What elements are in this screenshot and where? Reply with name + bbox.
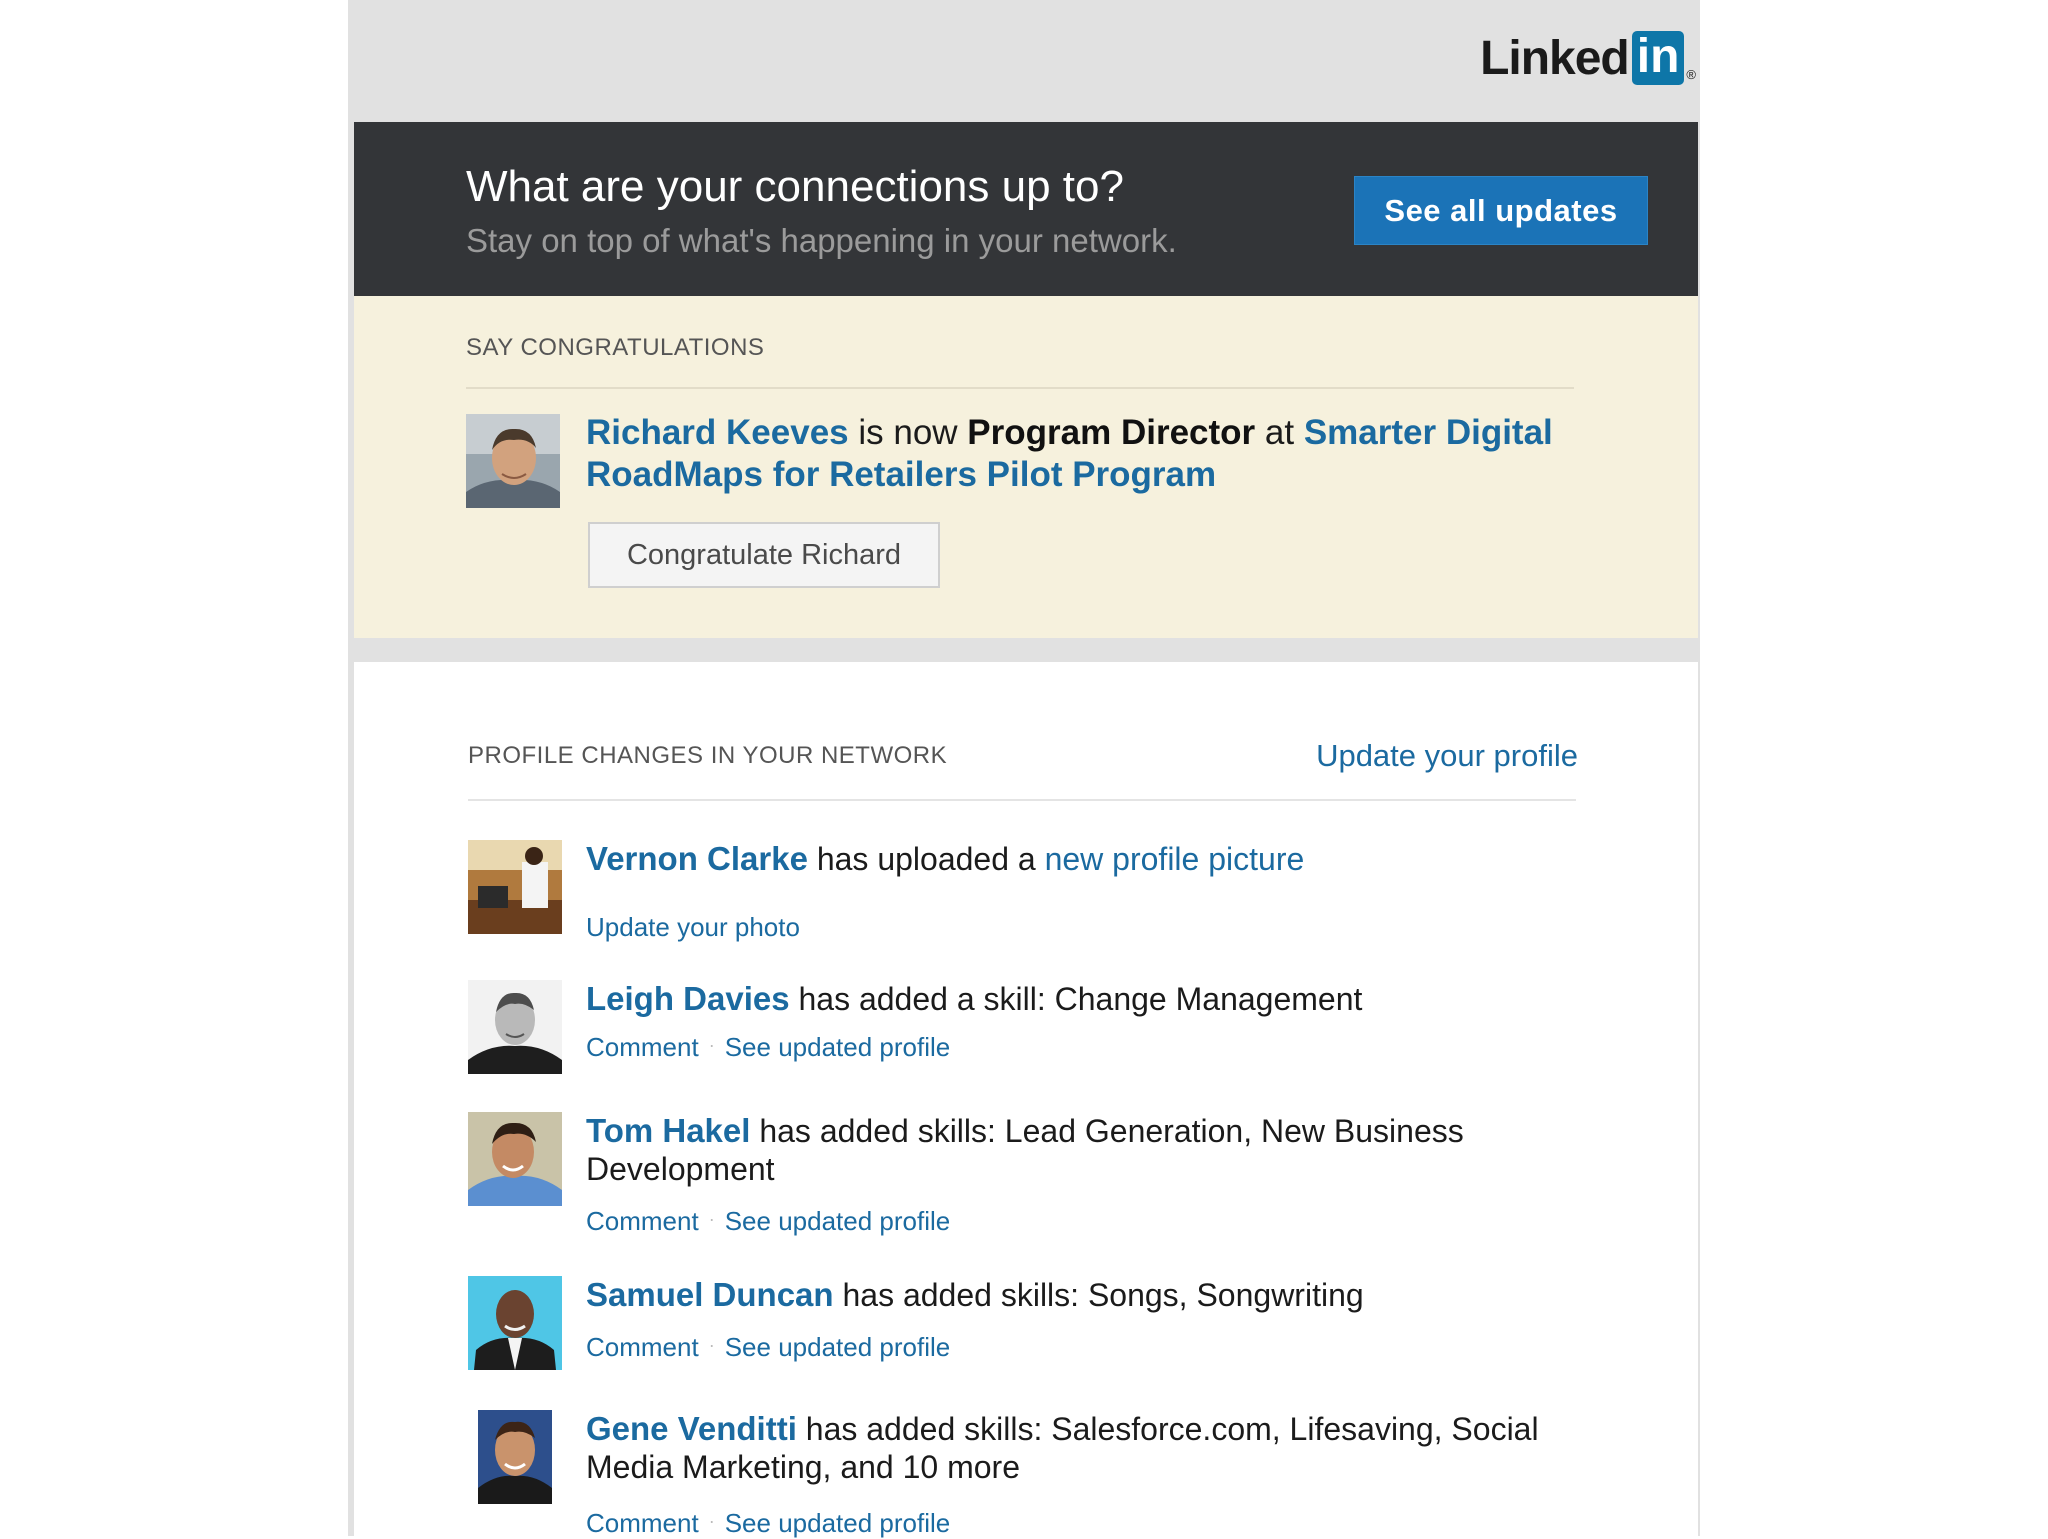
update-description: has added a skill: Change Management	[789, 981, 1363, 1017]
person-photo-icon	[468, 1410, 562, 1504]
update-text: Gene Venditti has added skills: Salesfor…	[586, 1410, 1546, 1486]
divider	[468, 799, 1576, 801]
separator-dot: ·	[708, 1035, 715, 1055]
message-text: is now	[848, 413, 968, 452]
person-photo-icon	[468, 980, 562, 1074]
avatar-gene-venditti[interactable]	[468, 1410, 562, 1504]
logo-wordmark: Linked	[1480, 31, 1630, 85]
person-name-link[interactable]: Samuel Duncan	[586, 1276, 834, 1313]
new-profile-picture-link[interactable]: new profile picture	[1045, 841, 1305, 877]
logo-in-badge: in	[1631, 31, 1685, 85]
hero-subtitle: Stay on top of what's happening in your …	[466, 222, 1177, 259]
item-actions: Comment · See updated profile	[586, 1332, 950, 1363]
avatar-leigh-davies[interactable]	[468, 980, 562, 1074]
section-label-congratulations: SAY CONGRATULATIONS	[466, 334, 765, 361]
person-name-link[interactable]: Tom Hakel	[586, 1112, 750, 1149]
update-description: has uploaded a	[807, 841, 1045, 877]
see-all-updates-button[interactable]: See all updates	[1354, 176, 1648, 245]
update-text: Samuel Duncan has added skills: Songs, S…	[586, 1276, 1546, 1314]
see-updated-profile-link[interactable]: See updated profile	[725, 1206, 951, 1236]
update-your-profile-link[interactable]: Update your profile	[1316, 738, 1578, 774]
person-photo-icon	[468, 1112, 562, 1206]
job-title: Program Director	[967, 413, 1256, 452]
email-container: Linked in ® What are your connections up…	[348, 0, 1700, 1539]
comment-link[interactable]: Comment	[586, 1206, 699, 1236]
email-header: Linked in ®	[348, 0, 1700, 122]
item-actions: Comment · See updated profile	[586, 1032, 950, 1063]
separator-dot: ·	[708, 1335, 715, 1355]
person-photo-icon	[468, 840, 562, 934]
registered-mark: ®	[1686, 67, 1696, 82]
linkedin-logo[interactable]: Linked in ®	[1480, 30, 1696, 86]
person-name-link[interactable]: Gene Venditti	[586, 1410, 797, 1447]
update-text: Leigh Davies has added a skill: Change M…	[586, 980, 1546, 1018]
person-photo-icon	[468, 1276, 562, 1370]
profile-changes-section: PROFILE CHANGES IN YOUR NETWORK Update y…	[354, 662, 1698, 1539]
comment-link[interactable]: Comment	[586, 1032, 699, 1062]
comment-link[interactable]: Comment	[586, 1508, 699, 1538]
person-name-link[interactable]: Leigh Davies	[586, 980, 790, 1017]
separator-dot: ·	[708, 1209, 715, 1229]
separator-dot: ·	[708, 1511, 715, 1531]
avatar-vernon-clarke[interactable]	[468, 840, 562, 934]
divider	[466, 387, 1574, 389]
update-description: has added skills: Songs, Songwriting	[833, 1277, 1364, 1313]
avatar-richard-keeves[interactable]	[466, 414, 560, 508]
person-name-link[interactable]: Richard Keeves	[586, 413, 849, 452]
congratulate-button[interactable]: Congratulate Richard	[588, 522, 940, 588]
section-label-profile-changes: PROFILE CHANGES IN YOUR NETWORK	[468, 742, 948, 769]
congratulations-section: SAY CONGRATULATIONS Richard Keeves is no…	[354, 296, 1698, 638]
see-updated-profile-link[interactable]: See updated profile	[725, 1332, 951, 1362]
item-actions: Update your photo	[586, 912, 800, 943]
update-text: Tom Hakel has added skills: Lead Generat…	[586, 1112, 1546, 1188]
see-updated-profile-link[interactable]: See updated profile	[725, 1508, 951, 1538]
avatar-tom-hakel[interactable]	[468, 1112, 562, 1206]
see-updated-profile-link[interactable]: See updated profile	[725, 1032, 951, 1062]
comment-link[interactable]: Comment	[586, 1332, 699, 1362]
item-actions: Comment · See updated profile	[586, 1206, 950, 1237]
person-photo-icon	[466, 414, 560, 508]
update-text: Vernon Clarke has uploaded a new profile…	[586, 840, 1546, 878]
update-your-photo-link[interactable]: Update your photo	[586, 912, 800, 942]
person-name-link[interactable]: Vernon Clarke	[586, 840, 808, 877]
congratulations-message: Richard Keeves is now Program Director a…	[586, 412, 1586, 496]
message-text: at	[1255, 413, 1304, 452]
hero-title: What are your connections up to?	[466, 162, 1124, 211]
hero-banner: What are your connections up to? Stay on…	[354, 122, 1698, 296]
item-actions: Comment · See updated profile	[586, 1508, 950, 1539]
avatar-samuel-duncan[interactable]	[468, 1276, 562, 1370]
